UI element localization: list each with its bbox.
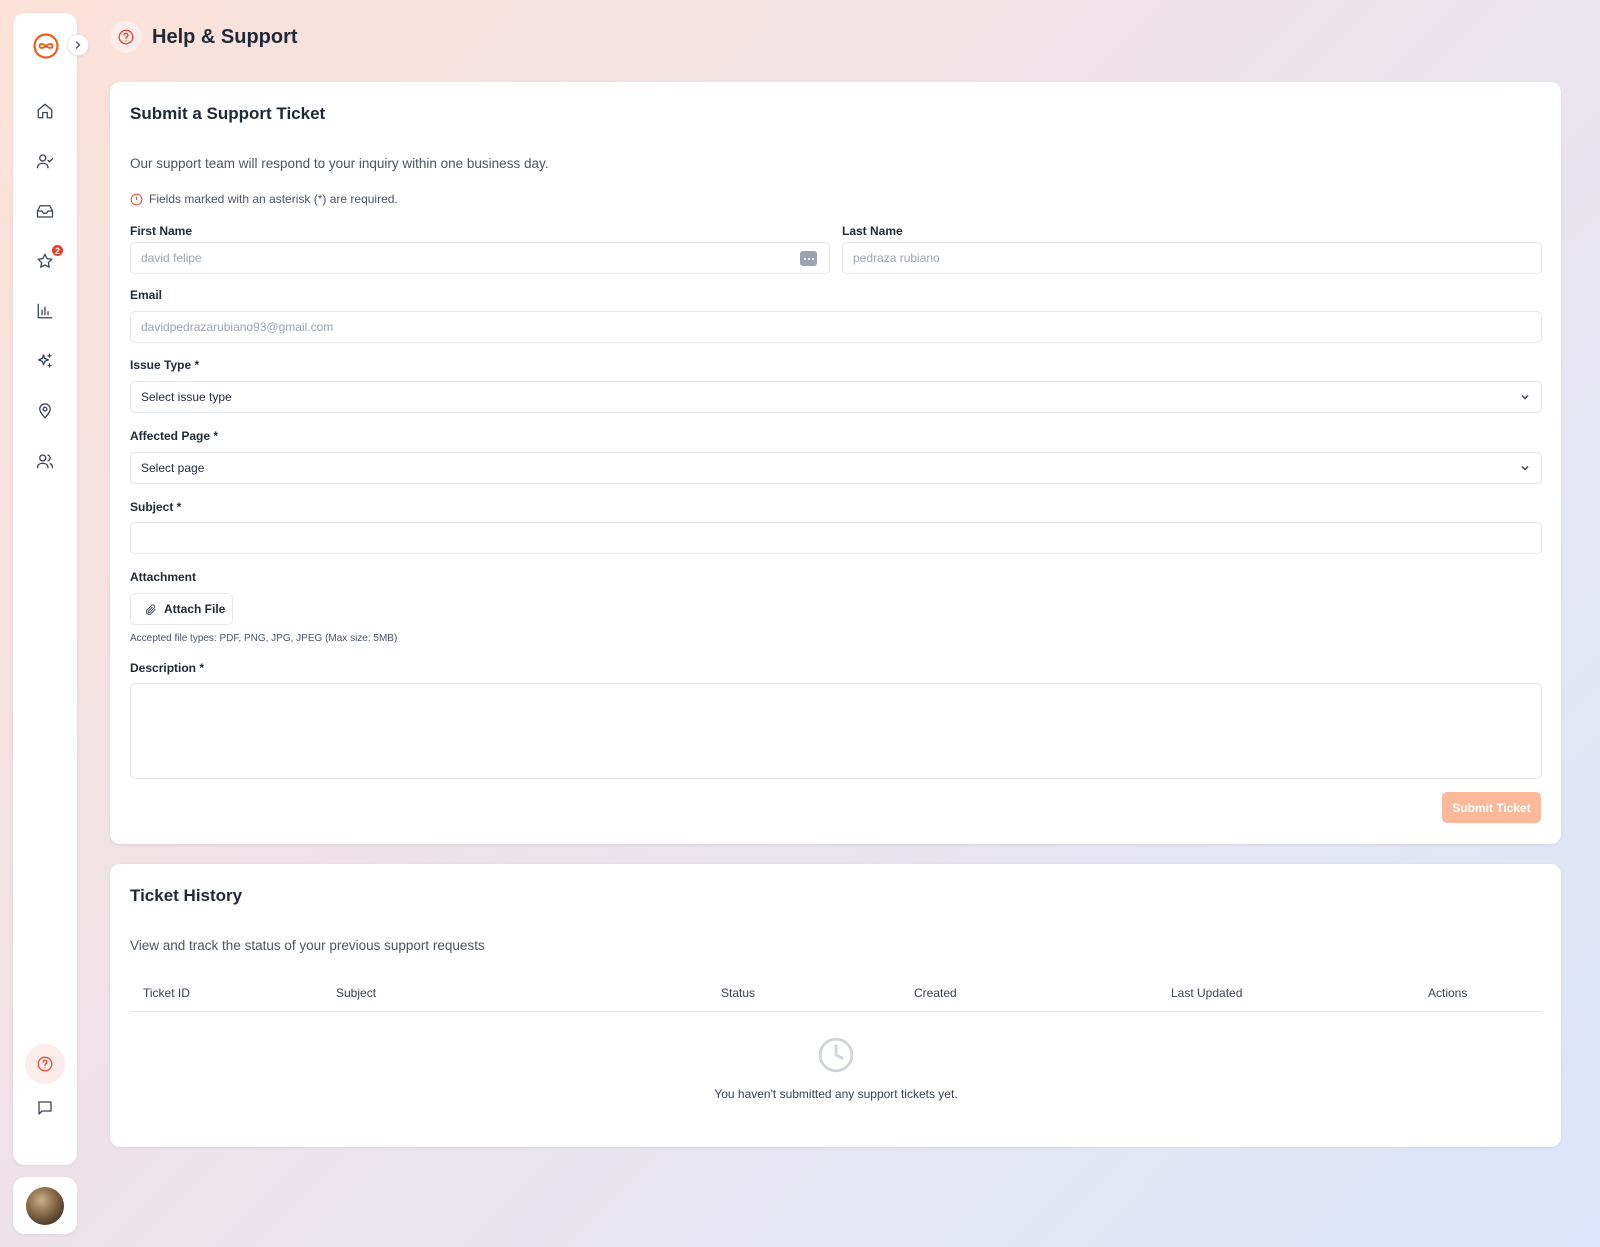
- issue-type-label: Issue Type *: [130, 358, 200, 372]
- chevron-down-icon: [1521, 465, 1529, 471]
- sidebar-item-favorites[interactable]: 2: [25, 241, 65, 281]
- message-square-icon: [38, 1101, 52, 1115]
- map-pin-icon: [39, 403, 51, 419]
- sidebar-expand-button[interactable]: [67, 34, 89, 56]
- column-created[interactable]: Created: [914, 986, 957, 1000]
- column-last-updated[interactable]: Last Updated: [1171, 986, 1242, 1000]
- attachment-label: Attachment: [130, 570, 197, 584]
- sidebar: 2: [13, 13, 89, 1165]
- ticket-history: Ticket History View and track the status…: [110, 864, 1561, 1147]
- sparkles-icon: [37, 353, 52, 368]
- column-ticket-id[interactable]: Ticket ID: [143, 986, 190, 1000]
- sidebar-item-help[interactable]: [25, 1044, 65, 1084]
- email-label: Email: [130, 288, 163, 302]
- help-circle-icon: [37, 1056, 53, 1072]
- column-status[interactable]: Status: [721, 986, 755, 1000]
- required-note-text: Fields marked with an asterisk (*) are r…: [149, 192, 398, 206]
- attach-file-button[interactable]: Attach File: [130, 593, 233, 625]
- chevron-down-icon: [1521, 394, 1529, 400]
- sidebar-item-user-check[interactable]: [25, 141, 65, 181]
- help-circle-icon: [110, 21, 142, 53]
- sidebar-item-ai[interactable]: [25, 341, 65, 381]
- sidebar-item-team[interactable]: [25, 441, 65, 481]
- last-name-value: pedraza rubiano: [853, 251, 940, 265]
- sidebar-item-inbox[interactable]: [25, 191, 65, 231]
- sidebar-item-analytics[interactable]: [25, 291, 65, 331]
- page-title: Help & Support: [152, 25, 298, 48]
- issue-type-select[interactable]: Select issue type: [130, 381, 1542, 413]
- form-title: Submit a Support Ticket: [130, 104, 326, 123]
- history-title: Ticket History: [130, 886, 243, 905]
- home-icon: [37, 103, 53, 119]
- description-textarea[interactable]: [130, 683, 1542, 779]
- user-check-icon: [36, 154, 54, 169]
- email-field[interactable]: davidpedrazarubiano93@gmail.com: [130, 311, 1542, 343]
- subject-label: Subject *: [130, 500, 182, 514]
- chevron-right-icon: [75, 41, 81, 49]
- user-profile: [13, 1177, 77, 1234]
- last-name-label: Last Name: [842, 224, 903, 238]
- clock-icon: [818, 1037, 854, 1073]
- empty-state: You haven't submitted any support ticket…: [130, 1036, 1542, 1101]
- affected-page-selected: Select page: [141, 461, 205, 475]
- autofill-icon[interactable]: [800, 251, 817, 266]
- attachment-hint: Accepted file types: PDF, PNG, JPG, JPEG…: [130, 633, 398, 644]
- affected-page-label: Affected Page *: [130, 429, 219, 443]
- page-header: Help & Support: [110, 21, 298, 53]
- submit-ticket-button[interactable]: Submit Ticket: [1442, 792, 1541, 823]
- history-description: View and track the status of your previo…: [130, 938, 485, 953]
- paperclip-icon: [146, 604, 156, 615]
- alert-circle-icon: [130, 193, 143, 205]
- inbox-icon: [36, 205, 54, 218]
- avatar[interactable]: [26, 1186, 64, 1225]
- ticket-table-header: Ticket ID Subject Status Created Last Up…: [130, 976, 1542, 1012]
- required-note: Fields marked with an asterisk (*) are r…: [130, 192, 398, 206]
- first-name-label: First Name: [130, 224, 193, 238]
- bar-chart-icon: [37, 303, 53, 319]
- star-icon: [37, 253, 53, 268]
- column-subject[interactable]: Subject: [336, 986, 376, 1000]
- form-description: Our support team will respond to your in…: [130, 156, 549, 171]
- sidebar-item-home[interactable]: [25, 91, 65, 131]
- first-name-value: david felipe: [141, 251, 202, 265]
- first-name-field[interactable]: david felipe: [130, 242, 830, 274]
- brand-logo-icon[interactable]: [33, 33, 59, 59]
- column-actions: Actions: [1428, 986, 1468, 1000]
- affected-page-select[interactable]: Select page: [130, 452, 1542, 484]
- sidebar-item-chat[interactable]: [25, 1088, 65, 1128]
- attach-file-label: Attach File: [164, 602, 226, 616]
- issue-type-selected: Select issue type: [141, 390, 232, 404]
- empty-state-message: You haven't submitted any support ticket…: [714, 1087, 958, 1101]
- subject-input[interactable]: [130, 522, 1542, 554]
- support-ticket-form: Submit a Support Ticket Our support team…: [110, 82, 1561, 844]
- email-value: davidpedrazarubiano93@gmail.com: [141, 320, 334, 334]
- sidebar-item-locations[interactable]: [25, 391, 65, 431]
- users-icon: [36, 454, 54, 469]
- last-name-field[interactable]: pedraza rubiano: [842, 242, 1542, 274]
- notification-badge: 2: [51, 244, 64, 257]
- description-label: Description *: [130, 661, 205, 675]
